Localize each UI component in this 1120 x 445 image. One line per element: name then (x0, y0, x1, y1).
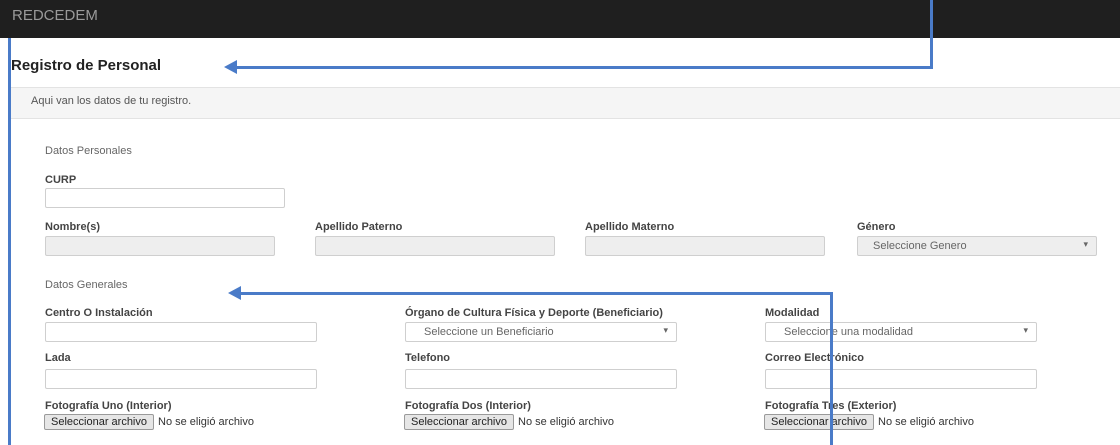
top-navbar: REDCEDEM (0, 0, 1120, 38)
chevron-down-icon: ▾ (663, 325, 668, 335)
genero-select[interactable]: Seleccione Genero ▾ (857, 236, 1097, 256)
chevron-down-icon: ▾ (1023, 325, 1028, 335)
curp-input[interactable] (45, 188, 285, 208)
foto3-select-file-button[interactable]: Seleccionar archivo (764, 414, 874, 430)
page-title: Registro de Personal (11, 57, 162, 74)
section-datos-generales: Datos Generales (45, 279, 128, 291)
panel-heading-text: Aqui van los datos de tu registro. (31, 95, 192, 107)
foto2-file-status: No se eligió archivo (518, 416, 614, 428)
telefono-input[interactable] (405, 369, 677, 389)
foto2-file-input[interactable]: Seleccionar archivo No se eligió archivo (404, 414, 614, 430)
foto2-label: Fotografía Dos (Interior) (405, 400, 531, 412)
foto1-file-input[interactable]: Seleccionar archivo No se eligió archivo (44, 414, 254, 430)
genero-label: Género (857, 221, 896, 233)
annotation-frame-left (8, 38, 11, 445)
chevron-down-icon: ▾ (1083, 239, 1088, 249)
foto1-label: Fotografía Uno (Interior) (45, 400, 172, 412)
foto2-select-file-button[interactable]: Seleccionar archivo (404, 414, 514, 430)
lada-input[interactable] (45, 369, 317, 389)
foto1-select-file-button[interactable]: Seleccionar archivo (44, 414, 154, 430)
apellido-paterno-input[interactable] (315, 236, 555, 256)
foto3-file-input[interactable]: Seleccionar archivo No se eligió archivo (764, 414, 974, 430)
curp-label: CURP (45, 174, 77, 186)
centro-input[interactable] (45, 322, 317, 342)
panel-heading: Aqui van los datos de tu registro. (11, 87, 1120, 119)
foto1-file-status: No se eligió archivo (158, 416, 254, 428)
centro-label: Centro O Instalación (45, 307, 153, 319)
annotation-line-mid-horizontal (240, 292, 833, 295)
modalidad-label: Modalidad (765, 307, 820, 319)
brand-logo-text[interactable]: REDCEDEM (12, 7, 98, 24)
beneficiario-select-value: Seleccione un Beneficiario (424, 326, 554, 338)
telefono-label: Telefono (405, 352, 451, 364)
correo-label: Correo Electrónico (765, 352, 865, 364)
foto3-file-status: No se eligió archivo (878, 416, 974, 428)
annotation-line-top-horizontal (236, 66, 933, 69)
modalidad-select-value: Seleccione una modalidad (784, 326, 914, 338)
annotation-arrow-section (228, 286, 241, 300)
organo-label: Órgano de Cultura Física y Deporte (Bene… (405, 307, 663, 319)
annotation-line-mid-vertical (830, 292, 833, 445)
nombre-label: Nombre(s) (45, 221, 101, 233)
beneficiario-select[interactable]: Seleccione un Beneficiario ▾ (405, 322, 677, 342)
annotation-line-top-vertical (930, 0, 933, 68)
apellido-paterno-label: Apellido Paterno (315, 221, 403, 233)
lada-label: Lada (45, 352, 71, 364)
apellido-materno-input[interactable] (585, 236, 825, 256)
apellido-materno-label: Apellido Materno (585, 221, 675, 233)
nombre-input[interactable] (45, 236, 275, 256)
correo-input[interactable] (765, 369, 1037, 389)
annotation-arrow-title (224, 60, 237, 74)
genero-select-value: Seleccione Genero (873, 240, 967, 252)
modalidad-select[interactable]: Seleccione una modalidad ▾ (765, 322, 1037, 342)
section-datos-personales: Datos Personales (45, 145, 132, 157)
